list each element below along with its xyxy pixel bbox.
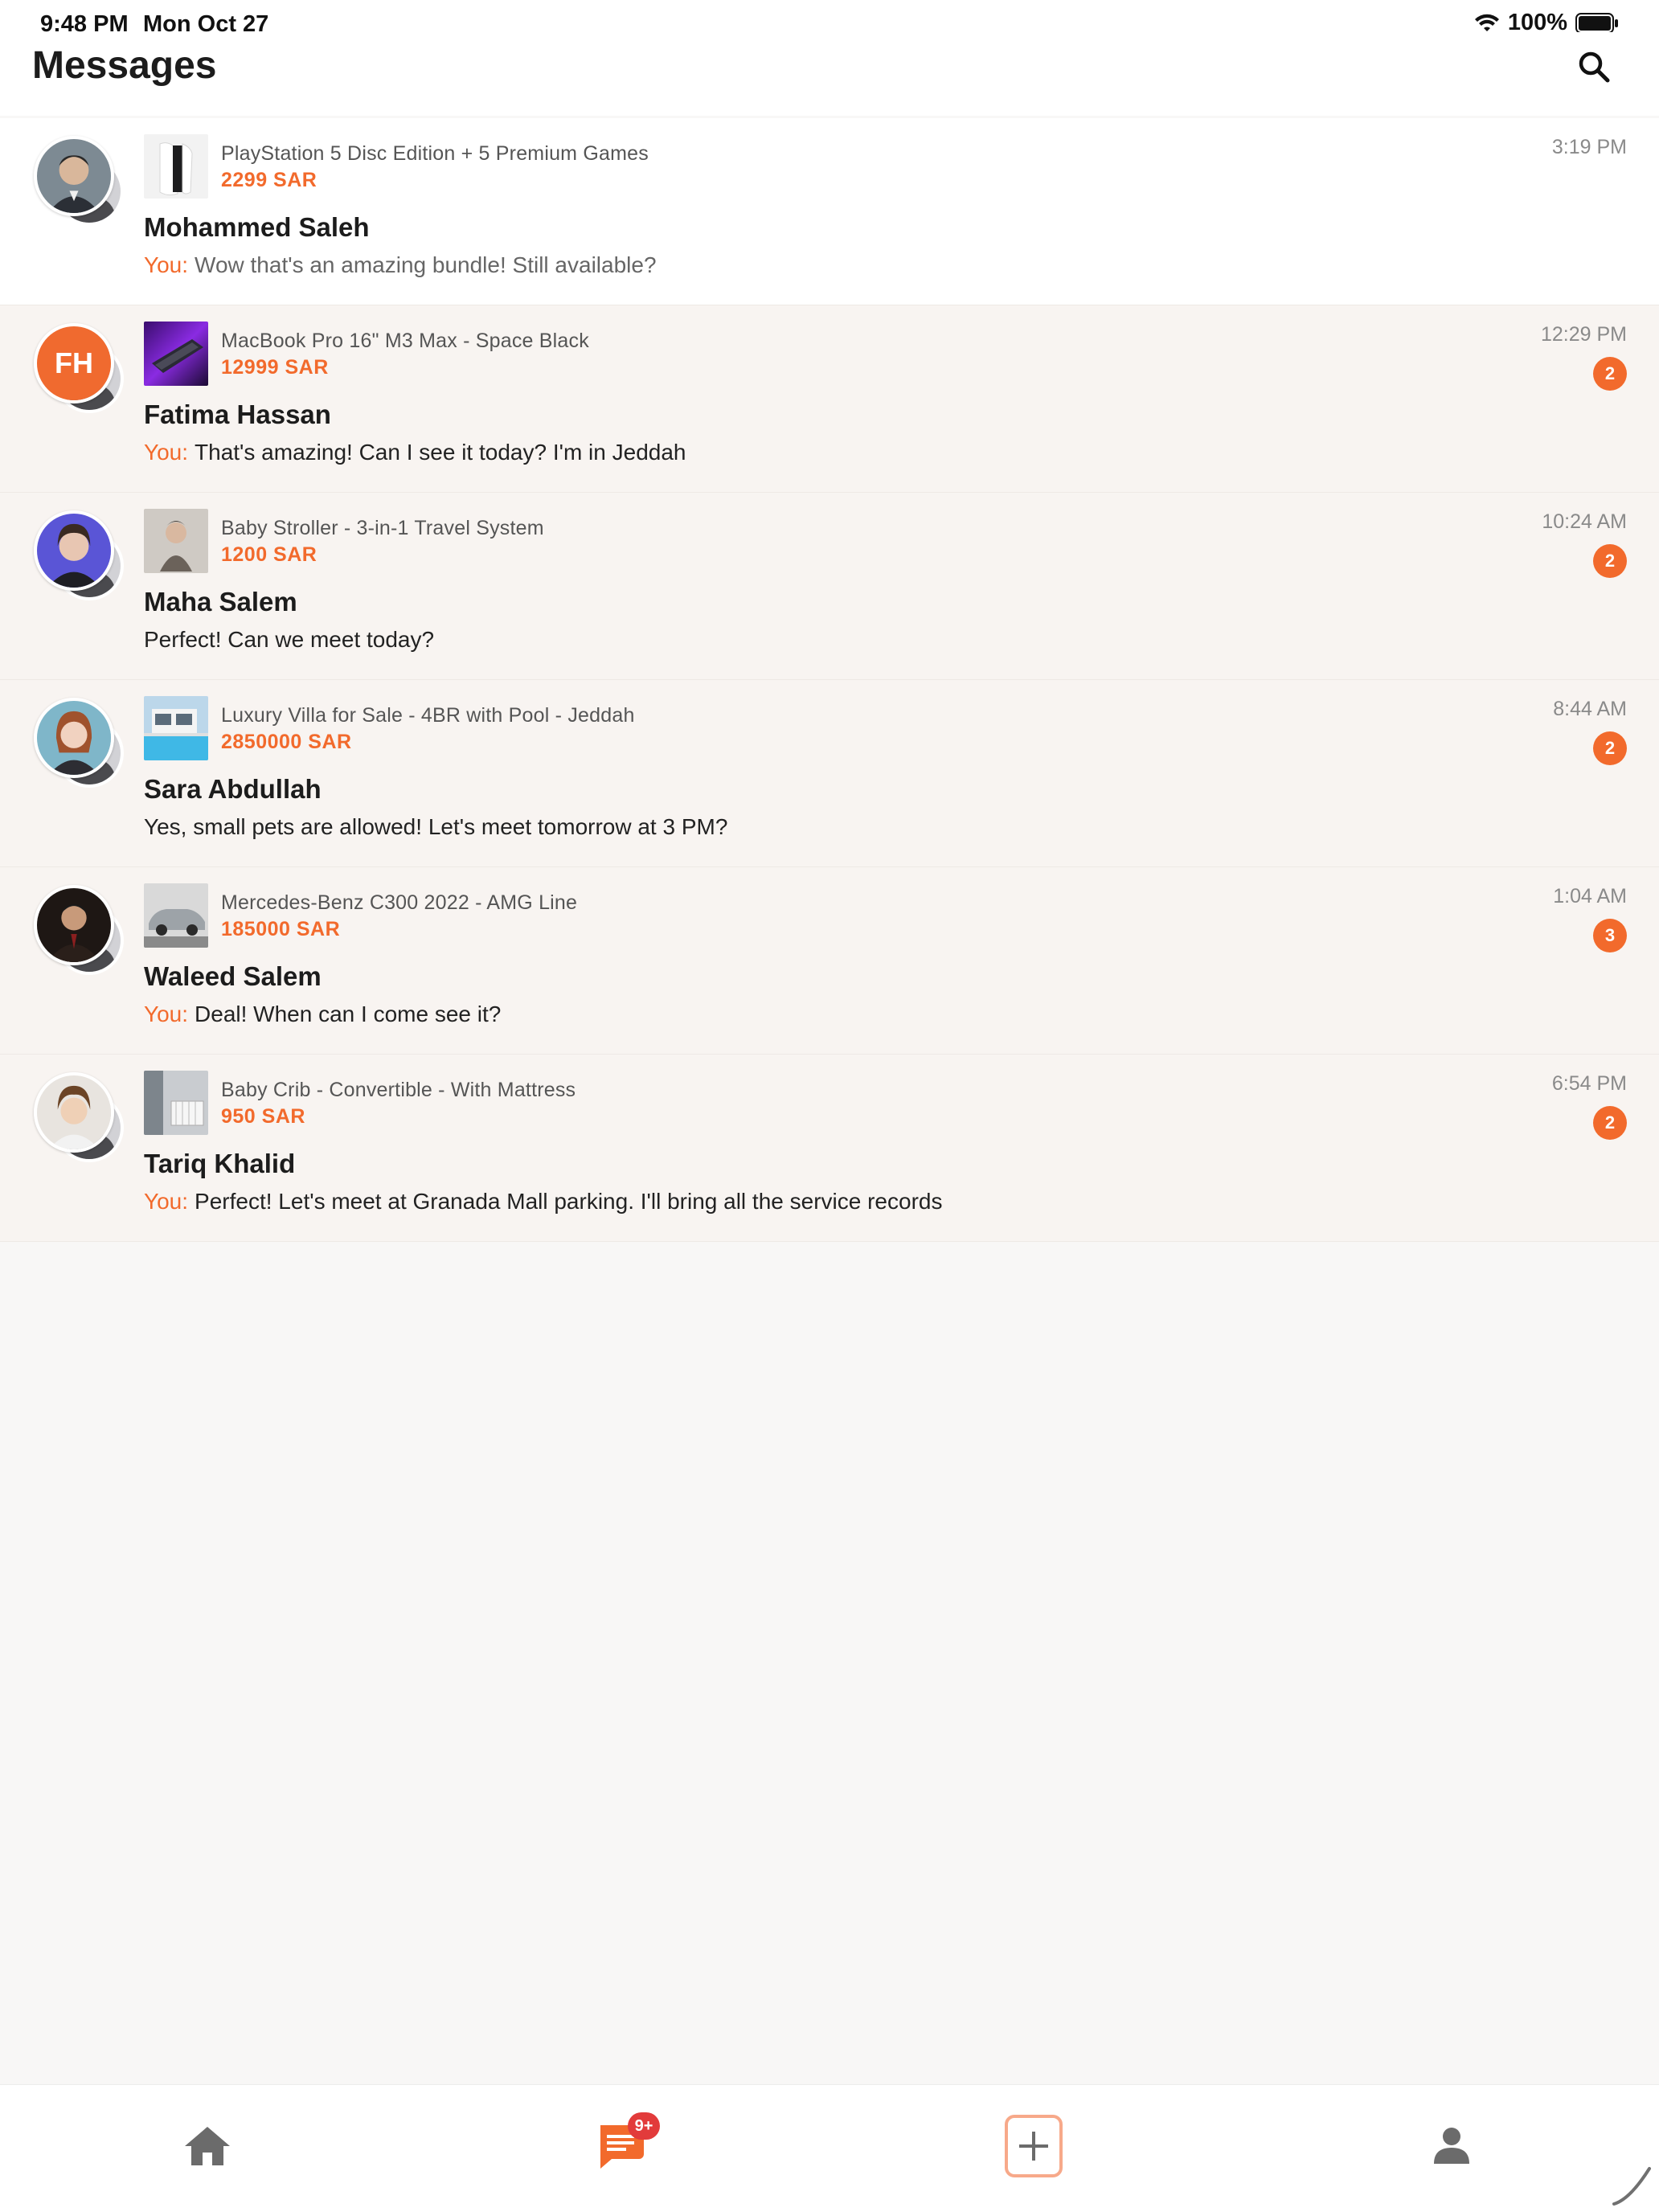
message-time: 3:19 PM: [1551, 136, 1627, 158]
home-icon: [185, 2127, 230, 2165]
last-message: You: Perfect! Let's meet at Granada Mall …: [144, 1189, 942, 1215]
message-time: 12:29 PM: [1540, 323, 1627, 346]
unread-count-badge: 2: [1593, 731, 1627, 765]
listing-title: Mercedes-Benz C300 2022 - AMG Line: [221, 891, 578, 914]
conversation-row[interactable]: FH MacBook Pro 16" M3 Max - Space Black …: [0, 305, 1659, 493]
nav-home[interactable]: [178, 2117, 236, 2175]
message-text: Yes, small pets are allowed! Let's meet …: [144, 814, 728, 839]
contact-photo: [34, 136, 114, 216]
listing-thumbnail: [144, 322, 208, 386]
you-prefix: You:: [144, 1002, 189, 1026]
contact-name: Sara Abdullah: [144, 774, 322, 804]
avatar: FH: [34, 323, 127, 416]
last-message: Yes, small pets are allowed! Let's meet …: [144, 814, 727, 840]
add-button[interactable]: [1005, 2115, 1063, 2177]
listing-thumbnail: [144, 1071, 208, 1135]
listing-price: 950 SAR: [221, 1105, 305, 1128]
last-message: You: Deal! When can I come see it?: [144, 1002, 501, 1027]
search-button[interactable]: [1575, 48, 1614, 87]
conversation-row[interactable]: Mercedes-Benz C300 2022 - AMG Line 18500…: [0, 867, 1659, 1055]
message-time: 10:24 AM: [1542, 510, 1627, 533]
contact-photo: [34, 698, 114, 778]
conversation-list: PlayStation 5 Disc Edition + 5 Premium G…: [0, 118, 1659, 1242]
you-prefix: You:: [144, 252, 189, 277]
unread-count-badge: 2: [1593, 544, 1627, 578]
listing-thumbnail: [144, 134, 208, 199]
last-message: You: Wow that's an amazing bundle! Still …: [144, 252, 657, 278]
conversation-row[interactable]: Luxury Villa for Sale - 4BR with Pool - …: [0, 680, 1659, 867]
last-message: Perfect! Can we meet today?: [144, 627, 434, 653]
message-text: Perfect! Can we meet today?: [144, 627, 435, 652]
listing-title: PlayStation 5 Disc Edition + 5 Premium G…: [221, 142, 649, 165]
last-message: You: That's amazing! Can I see it today? …: [144, 440, 686, 465]
listing-price: 1200 SAR: [221, 543, 317, 566]
avatar: [34, 885, 127, 978]
nav-messages[interactable]: 9+: [592, 2112, 660, 2175]
listing-title: MacBook Pro 16" M3 Max - Space Black: [221, 330, 589, 352]
listing-title: Baby Crib - Convertible - With Mattress: [221, 1079, 576, 1101]
battery-icon: [1575, 12, 1618, 34]
message-text: Perfect! Let's meet at Granada Mall park…: [195, 1189, 943, 1214]
avatar: [34, 698, 127, 791]
listing-title: Baby Stroller - 3-in-1 Travel System: [221, 517, 544, 539]
message-text: Wow that's an amazing bundle! Still avai…: [195, 252, 657, 277]
message-time: 1:04 AM: [1553, 885, 1627, 907]
contact-name: Fatima Hassan: [144, 399, 331, 429]
conversation-row[interactable]: PlayStation 5 Disc Edition + 5 Premium G…: [0, 118, 1659, 305]
header: Messages: [0, 32, 1659, 116]
listing-price: 185000 SAR: [221, 918, 341, 940]
add-icon: [1019, 2132, 1048, 2161]
pencil-indicator-icon: [1612, 2167, 1651, 2206]
contact-photo: [34, 510, 114, 591]
avatar: [34, 510, 127, 604]
messages-screen: { "status_bar": { "time": "9:48 PM", "da…: [0, 0, 1659, 2212]
conversation-row[interactable]: Baby Stroller - 3-in-1 Travel System 120…: [0, 493, 1659, 680]
bottom-nav: 9+: [0, 2084, 1659, 2212]
message-time: 6:54 PM: [1551, 1072, 1627, 1095]
contact-name: Waleed Salem: [144, 961, 322, 991]
contact-initials-avatar: FH: [34, 323, 114, 403]
contact-photo: [34, 1072, 114, 1153]
contact-name: Mohammed Saleh: [144, 212, 370, 242]
unread-count-badge: 2: [1593, 357, 1627, 391]
contact-name: Maha Salem: [144, 587, 297, 616]
messages-badge: 9+: [628, 2112, 660, 2140]
you-prefix: You:: [144, 440, 189, 465]
message-text: That's amazing! Can I see it today? I'm …: [195, 440, 686, 465]
profile-icon: [1434, 2128, 1469, 2164]
avatar-initials: FH: [37, 326, 111, 400]
unread-count-badge: 3: [1593, 919, 1627, 952]
listing-thumbnail: [144, 883, 208, 948]
search-icon: [1579, 51, 1610, 83]
you-prefix: You:: [144, 1189, 189, 1214]
avatar: [34, 1072, 127, 1165]
contact-name: Tariq Khalid: [144, 1149, 296, 1178]
nav-profile[interactable]: [1423, 2117, 1481, 2175]
listing-price: 2850000 SAR: [221, 731, 352, 753]
listing-price: 2299 SAR: [221, 169, 317, 191]
unread-count-badge: 2: [1593, 1106, 1627, 1140]
nav-add-listing[interactable]: [1005, 2115, 1063, 2177]
message-text: Deal! When can I come see it?: [195, 1002, 502, 1026]
wifi-icon: [1474, 14, 1499, 31]
listing-price: 12999 SAR: [221, 356, 329, 379]
conversation-row[interactable]: Baby Crib - Convertible - With Mattress …: [0, 1055, 1659, 1242]
message-time: 8:44 AM: [1553, 698, 1627, 720]
avatar: [34, 136, 127, 229]
contact-photo: [34, 885, 114, 965]
page-title: Messages: [32, 44, 217, 87]
listing-thumbnail: [144, 509, 208, 573]
listing-thumbnail: [144, 696, 208, 760]
listing-title: Luxury Villa for Sale - 4BR with Pool - …: [221, 704, 635, 727]
